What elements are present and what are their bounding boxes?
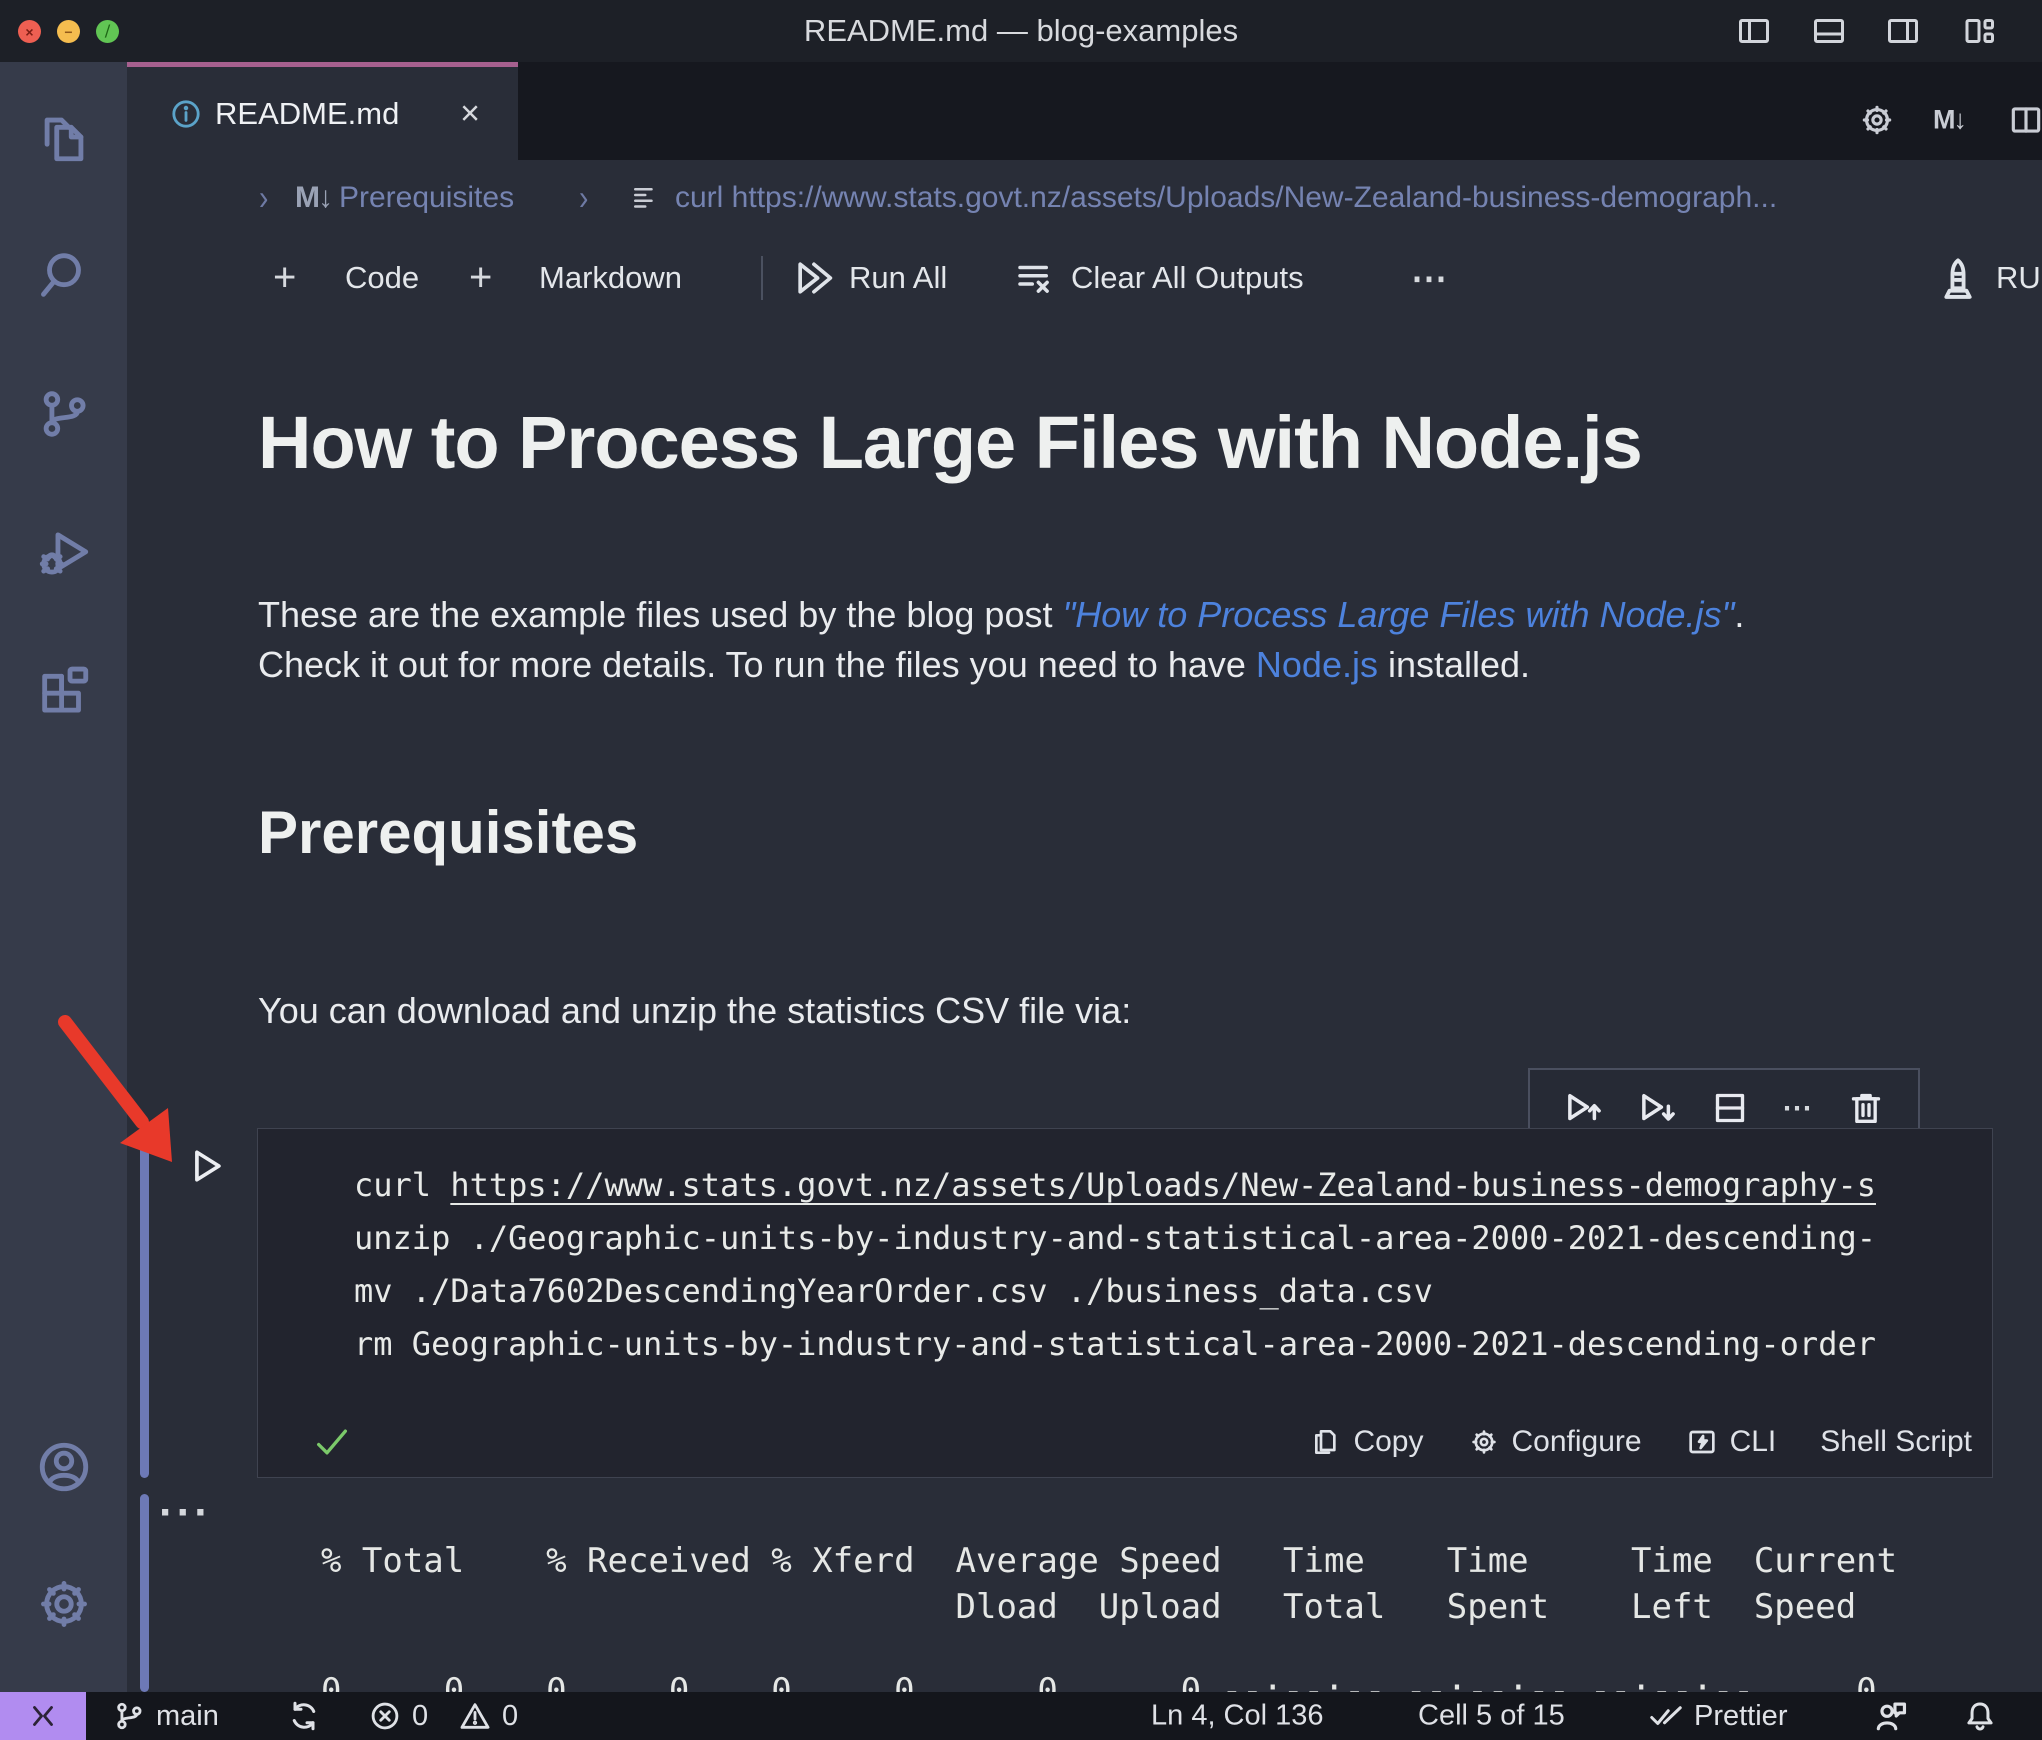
- output-line: % Total % Received % Xferd Average Speed…: [280, 1541, 1898, 1581]
- formatter-label: Prettier: [1694, 1699, 1788, 1732]
- close-window-button[interactable]: ×: [18, 20, 41, 43]
- remote-indicator[interactable]: [0, 1692, 86, 1740]
- code-text: mv ./Data7602DescendingYearOrder.csv ./b…: [354, 1272, 1433, 1310]
- tab-label: README.md: [215, 95, 400, 131]
- cli-label: CLI: [1729, 1425, 1777, 1458]
- paragraph-text: These are the example files used by the …: [258, 594, 1063, 635]
- breadcrumb: › M↓ Prerequisites › curl https://www.st…: [127, 160, 2042, 236]
- errors-indicator[interactable]: 0: [368, 1699, 428, 1733]
- toolbar-divider: [761, 256, 763, 300]
- code-url[interactable]: https://www.stats.govt.nz/assets/Uploads…: [450, 1166, 1876, 1204]
- info-icon[interactable]: [169, 97, 203, 131]
- runme-rocket-icon: [1935, 255, 1981, 301]
- sync-icon[interactable]: [286, 1698, 322, 1734]
- code-text: rm Geographic-units-by-industry-and-stat…: [354, 1325, 1876, 1363]
- breadcrumb-item-cell[interactable]: curl https://www.stats.govt.nz/assets/Up…: [675, 181, 2042, 215]
- vscode-window: × − ⧸ README.md — blog-examples README.m…: [0, 0, 2042, 1740]
- window-title: README.md — blog-examples: [803, 13, 1239, 48]
- markdown-h1: How to Process Large Files with Node.js: [258, 401, 1643, 484]
- close-tab-icon[interactable]: ×: [460, 94, 480, 133]
- notebook-editor: How to Process Large Files with Node.js …: [127, 320, 2042, 1692]
- toggle-primary-sidebar-icon[interactable]: [1736, 13, 1772, 49]
- delete-cell-icon[interactable]: [1846, 1088, 1886, 1128]
- search-icon[interactable]: [35, 246, 93, 304]
- titlebar: × − ⧸ README.md — blog-examples: [0, 0, 2042, 62]
- code-text: unzip ./Geographic-units-by-industry-and…: [354, 1219, 1876, 1257]
- chevron-right-icon: ›: [259, 178, 269, 217]
- clear-all-outputs-icon[interactable]: [1013, 257, 1055, 299]
- formatter-indicator[interactable]: Prettier: [1648, 1698, 1787, 1734]
- cell-position[interactable]: Cell 5 of 15: [1418, 1700, 1565, 1733]
- cell-output-progress-row: 0 0 0 0 0 0 0 0 --:--:-- --:--:-- --:--:…: [280, 1671, 1877, 1692]
- errors-count: 0: [412, 1699, 429, 1732]
- breadcrumb-item-prerequisites[interactable]: Prerequisites: [339, 181, 514, 215]
- minimize-window-button[interactable]: −: [57, 20, 80, 43]
- editor-settings-gear-icon[interactable]: [1858, 101, 1896, 139]
- zoom-window-button[interactable]: ⧸: [96, 20, 119, 43]
- activity-bar: [0, 62, 127, 1692]
- add-code-cell-button[interactable]: Code: [345, 260, 419, 296]
- code-cell-kind-icon: [629, 183, 659, 213]
- copy-label: Copy: [1353, 1425, 1424, 1458]
- paragraph-text: installed.: [1377, 644, 1531, 685]
- more-toolbar-actions-icon[interactable]: ⋯: [1411, 257, 1449, 299]
- explorer-icon[interactable]: [35, 108, 93, 166]
- feedback-icon[interactable]: [1872, 1697, 1910, 1735]
- cursor-position[interactable]: Ln 4, Col 136: [1151, 1700, 1324, 1733]
- cell-language-label[interactable]: Shell Script: [1820, 1425, 1972, 1459]
- toggle-secondary-sidebar-icon[interactable]: [1885, 13, 1921, 49]
- cell-status-bar: Copy Configure CLI Shell Script: [258, 1407, 1992, 1477]
- blog-post-link[interactable]: "How to Process Large Files with Node.js…: [1062, 594, 1734, 635]
- warnings-count: 0: [502, 1699, 519, 1732]
- clear-all-outputs-button[interactable]: Clear All Outputs: [1071, 260, 1304, 296]
- plus-icon: +: [469, 255, 493, 300]
- toggle-panel-icon[interactable]: [1811, 13, 1847, 49]
- run-all-icon[interactable]: [791, 256, 835, 300]
- output-focus-bar[interactable]: [140, 1494, 149, 1692]
- notifications-bell-icon[interactable]: [1962, 1698, 1998, 1734]
- configure-button[interactable]: Configure: [1468, 1425, 1642, 1459]
- code-text: curl: [354, 1166, 451, 1204]
- configure-label: Configure: [1511, 1425, 1642, 1458]
- tab-strip: README.md × M↓ ⋯: [127, 62, 2042, 160]
- output-line: Dload Upload Total Spent Left Speed: [280, 1587, 1857, 1627]
- warnings-indicator[interactable]: 0: [458, 1699, 518, 1733]
- execute-above-icon[interactable]: [1562, 1087, 1604, 1129]
- notebook-toolbar: + Code + Markdown Run All Clear All Outp…: [127, 236, 2042, 320]
- branch-indicator[interactable]: main: [112, 1699, 219, 1733]
- markdown-paragraph: You can download and unzip the statistic…: [258, 990, 1132, 1031]
- add-markdown-cell-button[interactable]: Markdown: [539, 260, 682, 296]
- annotation-arrow: [58, 1015, 172, 1162]
- code-cell[interactable]: curl https://www.stats.govt.nz/assets/Up…: [257, 1128, 1993, 1478]
- runme-button[interactable]: RUNME: [1996, 260, 2042, 296]
- customize-layout-icon[interactable]: [1961, 13, 1997, 49]
- run-and-debug-icon[interactable]: [35, 524, 93, 582]
- run-all-button[interactable]: Run All: [849, 260, 947, 296]
- markdown-h2: Prerequisites: [258, 799, 639, 866]
- split-cell-icon[interactable]: [1710, 1088, 1750, 1128]
- chevron-right-icon: ›: [579, 178, 589, 217]
- branch-label: main: [156, 1699, 219, 1732]
- source-control-icon[interactable]: [35, 385, 93, 443]
- nodejs-link[interactable]: Node.js: [1256, 644, 1378, 685]
- status-bar: main 0 0 Ln 4, Col 136 Cell 5 of 15 Pret…: [0, 1692, 2042, 1740]
- settings-gear-icon[interactable]: [35, 1575, 93, 1633]
- cli-button[interactable]: CLI: [1686, 1425, 1777, 1459]
- markdown-cell-kind-icon: M↓: [295, 181, 333, 214]
- execute-cell-and-below-icon[interactable]: [1636, 1087, 1678, 1129]
- tab-readme[interactable]: README.md ×: [127, 62, 518, 160]
- cell-code[interactable]: curl https://www.stats.govt.nz/assets/Up…: [258, 1159, 1990, 1379]
- cell-output-header: % Total % Received % Xferd Average Speed…: [280, 1538, 1897, 1630]
- open-markdown-preview-icon[interactable]: M↓: [1933, 105, 1967, 136]
- split-editor-icon[interactable]: [2007, 101, 2042, 139]
- shell-script-label: Shell Script: [1820, 1425, 1972, 1458]
- extensions-icon[interactable]: [35, 663, 93, 721]
- more-cell-actions-icon[interactable]: ⋯: [1782, 1091, 1814, 1126]
- accounts-icon[interactable]: [35, 1438, 93, 1496]
- markdown-paragraph: These are the example files used by the …: [258, 590, 1848, 690]
- output-more-icon[interactable]: ···: [159, 1488, 212, 1538]
- plus-icon: +: [273, 255, 297, 300]
- copy-button[interactable]: Copy: [1309, 1425, 1424, 1459]
- success-check-icon: [312, 1422, 352, 1462]
